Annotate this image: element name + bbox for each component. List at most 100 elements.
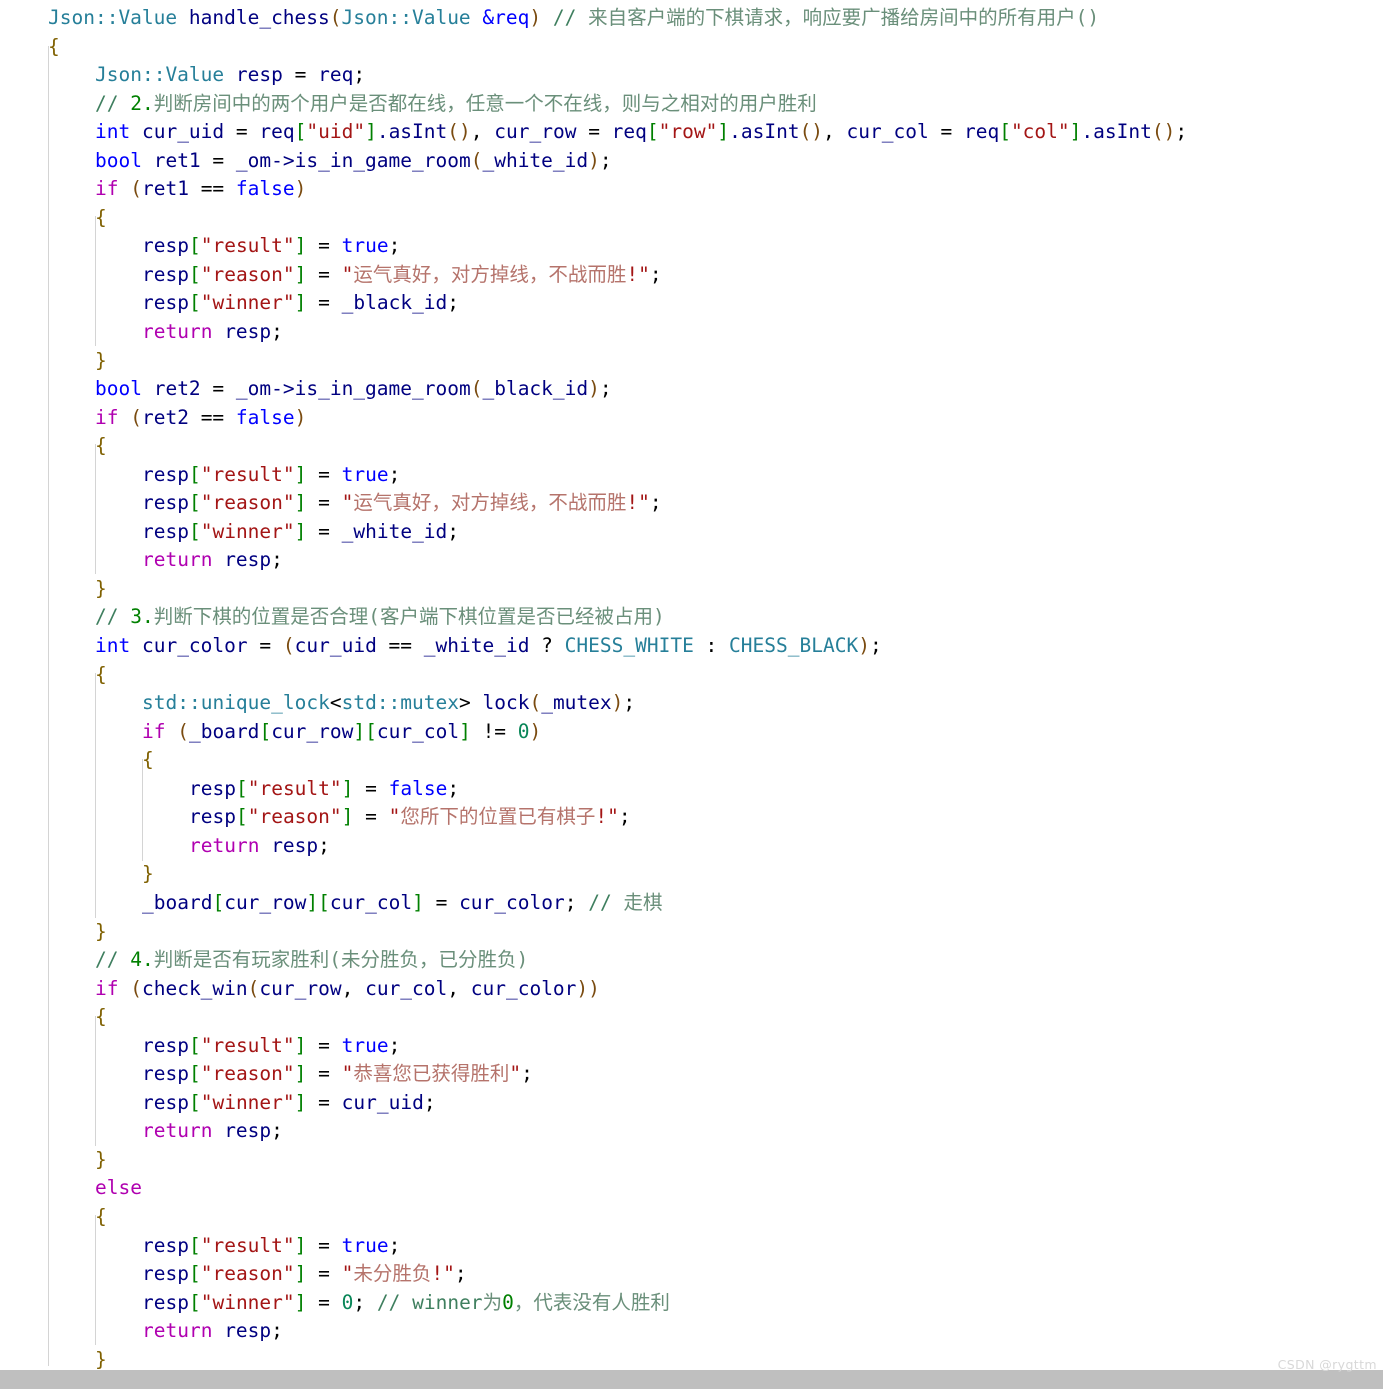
token-kw: true bbox=[341, 462, 389, 486]
token-strcjk: 恭喜您已获得胜利 bbox=[353, 1062, 510, 1086]
code-line[interactable]: { bbox=[0, 661, 1383, 690]
code-line[interactable]: int cur_uid = req["uid"].asInt(), cur_ro… bbox=[0, 118, 1383, 147]
token-plain: _white_id bbox=[412, 634, 542, 658]
code-line[interactable]: { bbox=[0, 1203, 1383, 1232]
token-ctl: if bbox=[95, 976, 119, 1000]
token-brk: ] bbox=[717, 120, 730, 144]
code-line[interactable]: { bbox=[0, 746, 1383, 775]
code-line[interactable]: resp["reason"] = "您所下的位置已有棋子!"; bbox=[0, 803, 1383, 832]
token-op: = bbox=[259, 634, 272, 658]
code-editor-surface[interactable]: Json::Value handle_chess(Json::Value &re… bbox=[0, 0, 1383, 1389]
token-str: "winner" bbox=[200, 291, 295, 315]
code-line[interactable]: resp["winner"] = cur_uid; bbox=[0, 1089, 1383, 1118]
token-op: ; bbox=[454, 1262, 467, 1286]
code-line[interactable]: { bbox=[0, 432, 1383, 461]
code-line[interactable]: std::unique_lock<std::mutex> lock(_mutex… bbox=[0, 689, 1383, 718]
token-plain: resp bbox=[224, 63, 295, 87]
code-line[interactable]: } bbox=[0, 860, 1383, 889]
code-line[interactable]: resp["reason"] = "恭喜您已获得胜利"; bbox=[0, 1060, 1383, 1089]
code-line[interactable]: if (check_win(cur_row, cur_col, cur_colo… bbox=[0, 975, 1383, 1004]
code-line[interactable]: resp["result"] = false; bbox=[0, 775, 1383, 804]
token-ctl: return bbox=[189, 833, 260, 857]
token-paren: ( bbox=[329, 6, 342, 29]
token-op: = bbox=[318, 291, 330, 315]
code-line[interactable]: bool ret1 = _om->is_in_game_room(_white_… bbox=[0, 147, 1383, 176]
token-brk: ] bbox=[294, 462, 307, 486]
token-plain: _om->is_in_game_room bbox=[224, 377, 471, 401]
code-line[interactable]: if (ret1 == false) bbox=[0, 175, 1383, 204]
code-line[interactable]: // 3.判断下棋的位置是否合理(客户端下棋位置是否已经被占用) bbox=[0, 603, 1383, 632]
code-block[interactable]: Json::Value handle_chess(Json::Value &re… bbox=[0, 4, 1383, 1374]
token-cmtcjk: 来自客户端的下棋请求，响应要广播给房间中的所有用户() bbox=[588, 6, 1100, 29]
token-paren: ) bbox=[858, 634, 870, 658]
token-plain: .asInt bbox=[729, 120, 800, 144]
code-line[interactable]: // 4.判断是否有玩家胜利(未分胜负，已分胜负) bbox=[0, 946, 1383, 975]
token-str: "col" bbox=[1010, 120, 1070, 144]
token-plain: cur_row bbox=[271, 719, 354, 743]
code-line[interactable]: else bbox=[0, 1174, 1383, 1203]
token-op: = bbox=[588, 120, 600, 144]
code-line[interactable]: } bbox=[0, 1146, 1383, 1175]
code-line[interactable]: int cur_color = (cur_uid == _white_id ? … bbox=[0, 632, 1383, 661]
code-line[interactable]: { bbox=[0, 204, 1383, 233]
token-brk: ] bbox=[294, 1290, 307, 1314]
code-line[interactable]: bool ret2 = _om->is_in_game_room(_black_… bbox=[0, 375, 1383, 404]
token-kw: false bbox=[235, 405, 295, 429]
code-line[interactable]: Json::Value resp = req; bbox=[0, 61, 1383, 90]
code-line[interactable]: if (_board[cur_row][cur_col] != 0) bbox=[0, 718, 1383, 747]
token-brk: [ bbox=[235, 805, 248, 829]
token-plain: .asInt bbox=[376, 120, 448, 144]
code-line[interactable]: } bbox=[0, 347, 1383, 376]
token-paren: ) bbox=[588, 148, 600, 172]
code-line[interactable]: resp["winner"] = _black_id; bbox=[0, 289, 1383, 318]
token-op: = bbox=[435, 890, 448, 914]
code-line[interactable]: resp["reason"] = "运气真好，对方掉线，不战而胜!"; bbox=[0, 261, 1383, 290]
token-op: ; bbox=[353, 63, 366, 87]
code-line[interactable]: } bbox=[0, 575, 1383, 604]
code-line[interactable]: resp["result"] = true; bbox=[0, 1232, 1383, 1261]
code-line[interactable]: } bbox=[0, 918, 1383, 947]
code-line[interactable]: Json::Value handle_chess(Json::Value &re… bbox=[0, 4, 1383, 33]
token-plain: cur_row bbox=[482, 120, 589, 144]
token-str: "result" bbox=[247, 776, 342, 800]
token-strcjk: 运气真好，对方掉线，不战而胜 bbox=[353, 262, 627, 286]
token-str: !" bbox=[431, 1262, 455, 1286]
token-paren: ( bbox=[130, 405, 142, 429]
code-line[interactable]: return resp; bbox=[0, 1317, 1383, 1346]
token-brace: } bbox=[95, 576, 107, 600]
code-line[interactable]: resp["reason"] = "运气真好，对方掉线，不战而胜!"; bbox=[0, 489, 1383, 518]
code-line[interactable]: { bbox=[0, 1003, 1383, 1032]
code-line[interactable]: _board[cur_row][cur_col] = cur_color; //… bbox=[0, 889, 1383, 918]
code-line[interactable]: resp["result"] = true; bbox=[0, 461, 1383, 490]
code-line[interactable]: resp["result"] = true; bbox=[0, 1032, 1383, 1061]
code-line[interactable]: return resp; bbox=[0, 832, 1383, 861]
token-plain: resp bbox=[142, 462, 189, 486]
token-str: " bbox=[341, 1062, 354, 1086]
code-line[interactable]: return resp; bbox=[0, 318, 1383, 347]
code-line[interactable]: resp["result"] = true; bbox=[0, 232, 1383, 261]
token-ctl: return bbox=[142, 1119, 213, 1143]
token-brk: ] bbox=[294, 234, 307, 258]
code-line[interactable]: resp["reason"] = "未分胜负!"; bbox=[0, 1260, 1383, 1289]
code-line[interactable]: return resp; bbox=[0, 1117, 1383, 1146]
token-op: > bbox=[459, 691, 471, 715]
code-line[interactable]: resp["winner"] = 0; // winner为0，代表没有人胜利 bbox=[0, 1289, 1383, 1318]
code-line[interactable]: if (ret2 == false) bbox=[0, 404, 1383, 433]
token-plain: req bbox=[306, 63, 354, 87]
code-line[interactable]: // 2.判断房间中的两个用户是否都在线，任意一个不在线，则与之相对的用户胜利 bbox=[0, 90, 1383, 119]
token-plain: cur_color bbox=[459, 976, 577, 1000]
token-num: 0 bbox=[517, 719, 530, 743]
token-op: ; bbox=[599, 148, 612, 172]
token-str: " bbox=[341, 1262, 354, 1286]
token-ctl: if bbox=[142, 719, 166, 743]
token-kw: false bbox=[388, 776, 448, 800]
code-line[interactable]: { bbox=[0, 33, 1383, 62]
token-type: Json::Value bbox=[48, 6, 178, 29]
code-line[interactable]: return resp; bbox=[0, 546, 1383, 575]
token-str: "row" bbox=[658, 120, 718, 144]
code-line[interactable]: resp["winner"] = _white_id; bbox=[0, 518, 1383, 547]
